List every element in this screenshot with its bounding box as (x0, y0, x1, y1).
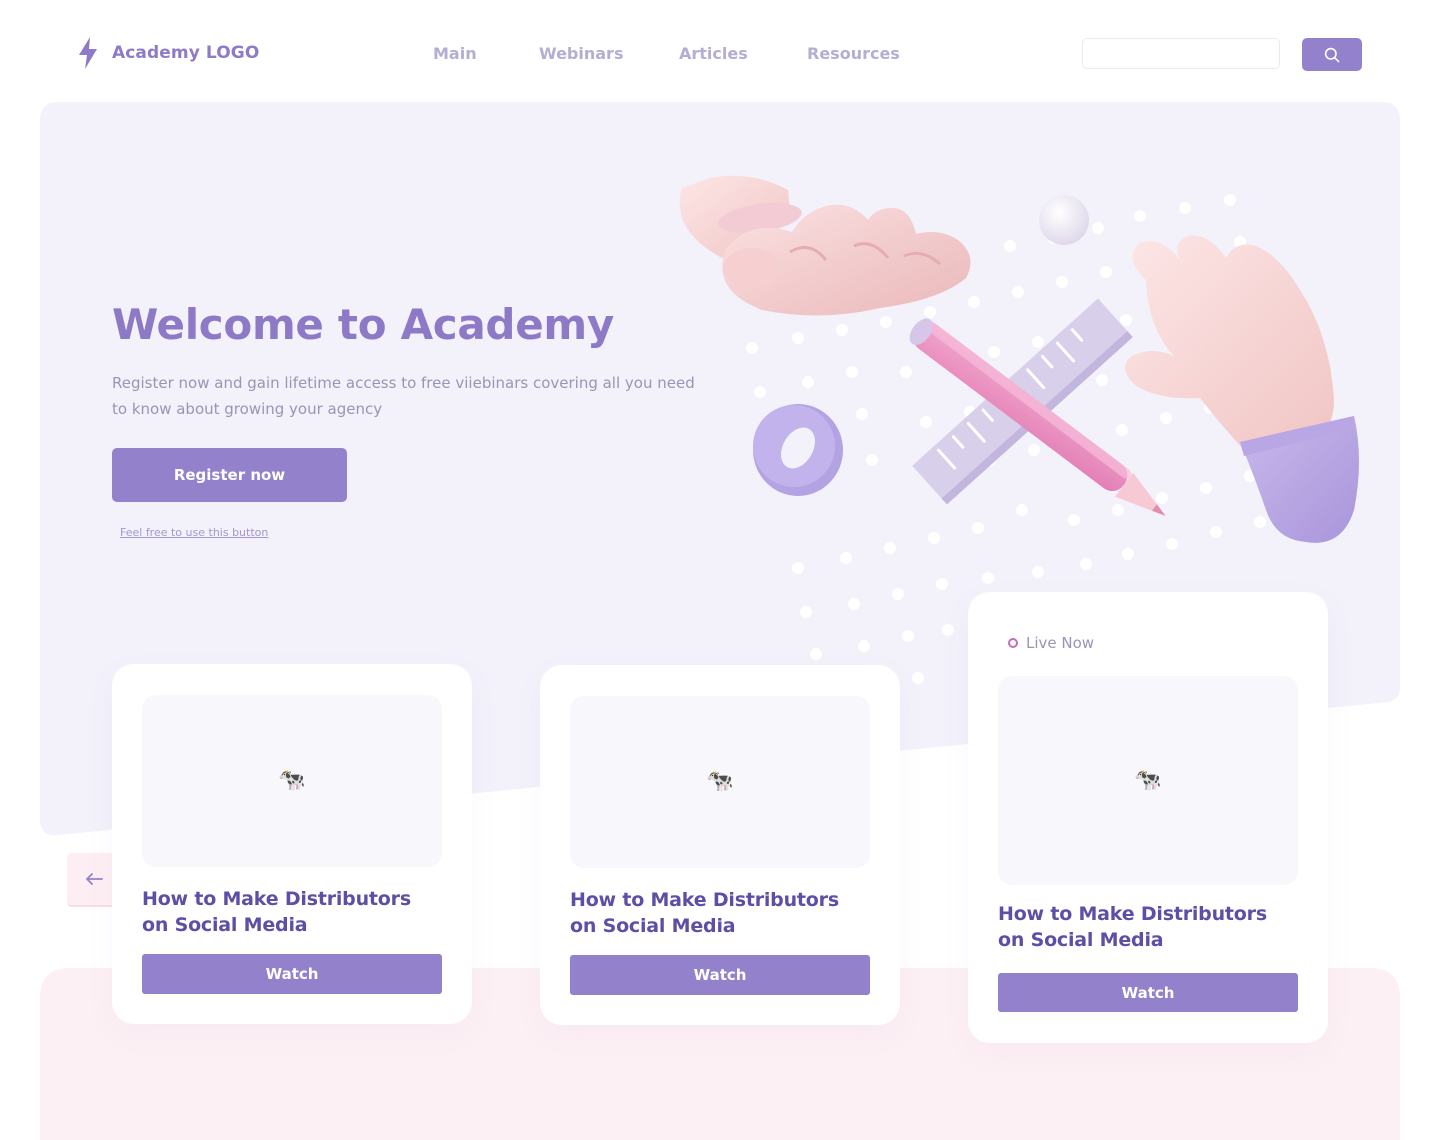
webinar-card-live: Live Now 🐄 How to Make Distributors on S… (968, 592, 1328, 1043)
card-thumbnail[interactable]: 🐄 (570, 696, 870, 868)
watch-button[interactable]: Watch (570, 955, 870, 995)
nav-articles[interactable]: Articles (679, 44, 748, 63)
live-badge: Live Now (1008, 634, 1094, 652)
card-title: How to Make Distributors on Social Media (570, 889, 839, 937)
card-title: How to Make Distributors on Social Media (998, 903, 1267, 951)
donut-shape (753, 404, 843, 496)
nav-main[interactable]: Main (433, 44, 477, 63)
card-thumbnail[interactable]: 🐄 (998, 676, 1298, 885)
search-button[interactable] (1302, 38, 1362, 71)
card-thumbnail-icon: 🐄 (1134, 767, 1162, 793)
lightning-icon (79, 37, 97, 69)
live-dot-icon (1008, 638, 1018, 648)
card-thumbnail[interactable]: 🐄 (142, 695, 442, 867)
nav-webinars[interactable]: Webinars (539, 44, 623, 63)
left-hand-shape (679, 175, 971, 316)
nav-resources[interactable]: Resources (807, 44, 900, 63)
card-thumbnail-icon: 🐄 (706, 769, 734, 794)
search-icon (1324, 47, 1340, 62)
hero-subtitle: Register now and gain lifetime access to… (112, 374, 695, 418)
watch-button[interactable]: Watch (998, 973, 1298, 1012)
register-button[interactable]: Register now (112, 448, 347, 502)
header: Academy LOGO Main Webinars Articles Reso… (0, 0, 1440, 102)
logo-text: Academy LOGO (112, 43, 260, 63)
arrow-left-icon (86, 873, 103, 885)
live-label: Live Now (1026, 634, 1095, 652)
hint-link[interactable]: Feel free to use this button (120, 526, 268, 539)
watch-button[interactable]: Watch (142, 954, 442, 994)
webinar-card: 🐄 How to Make Distributors on Social Med… (112, 664, 472, 1024)
card-thumbnail-icon: 🐄 (278, 768, 306, 793)
webinar-card: 🐄 How to Make Distributors on Social Med… (540, 665, 900, 1025)
search-input[interactable] (1082, 38, 1280, 69)
card-title: How to Make Distributors on Social Media (142, 888, 411, 936)
logo[interactable]: Academy LOGO (76, 36, 259, 70)
sphere-shape (1039, 195, 1089, 245)
hero-title: Welcome to Academy (112, 300, 614, 349)
